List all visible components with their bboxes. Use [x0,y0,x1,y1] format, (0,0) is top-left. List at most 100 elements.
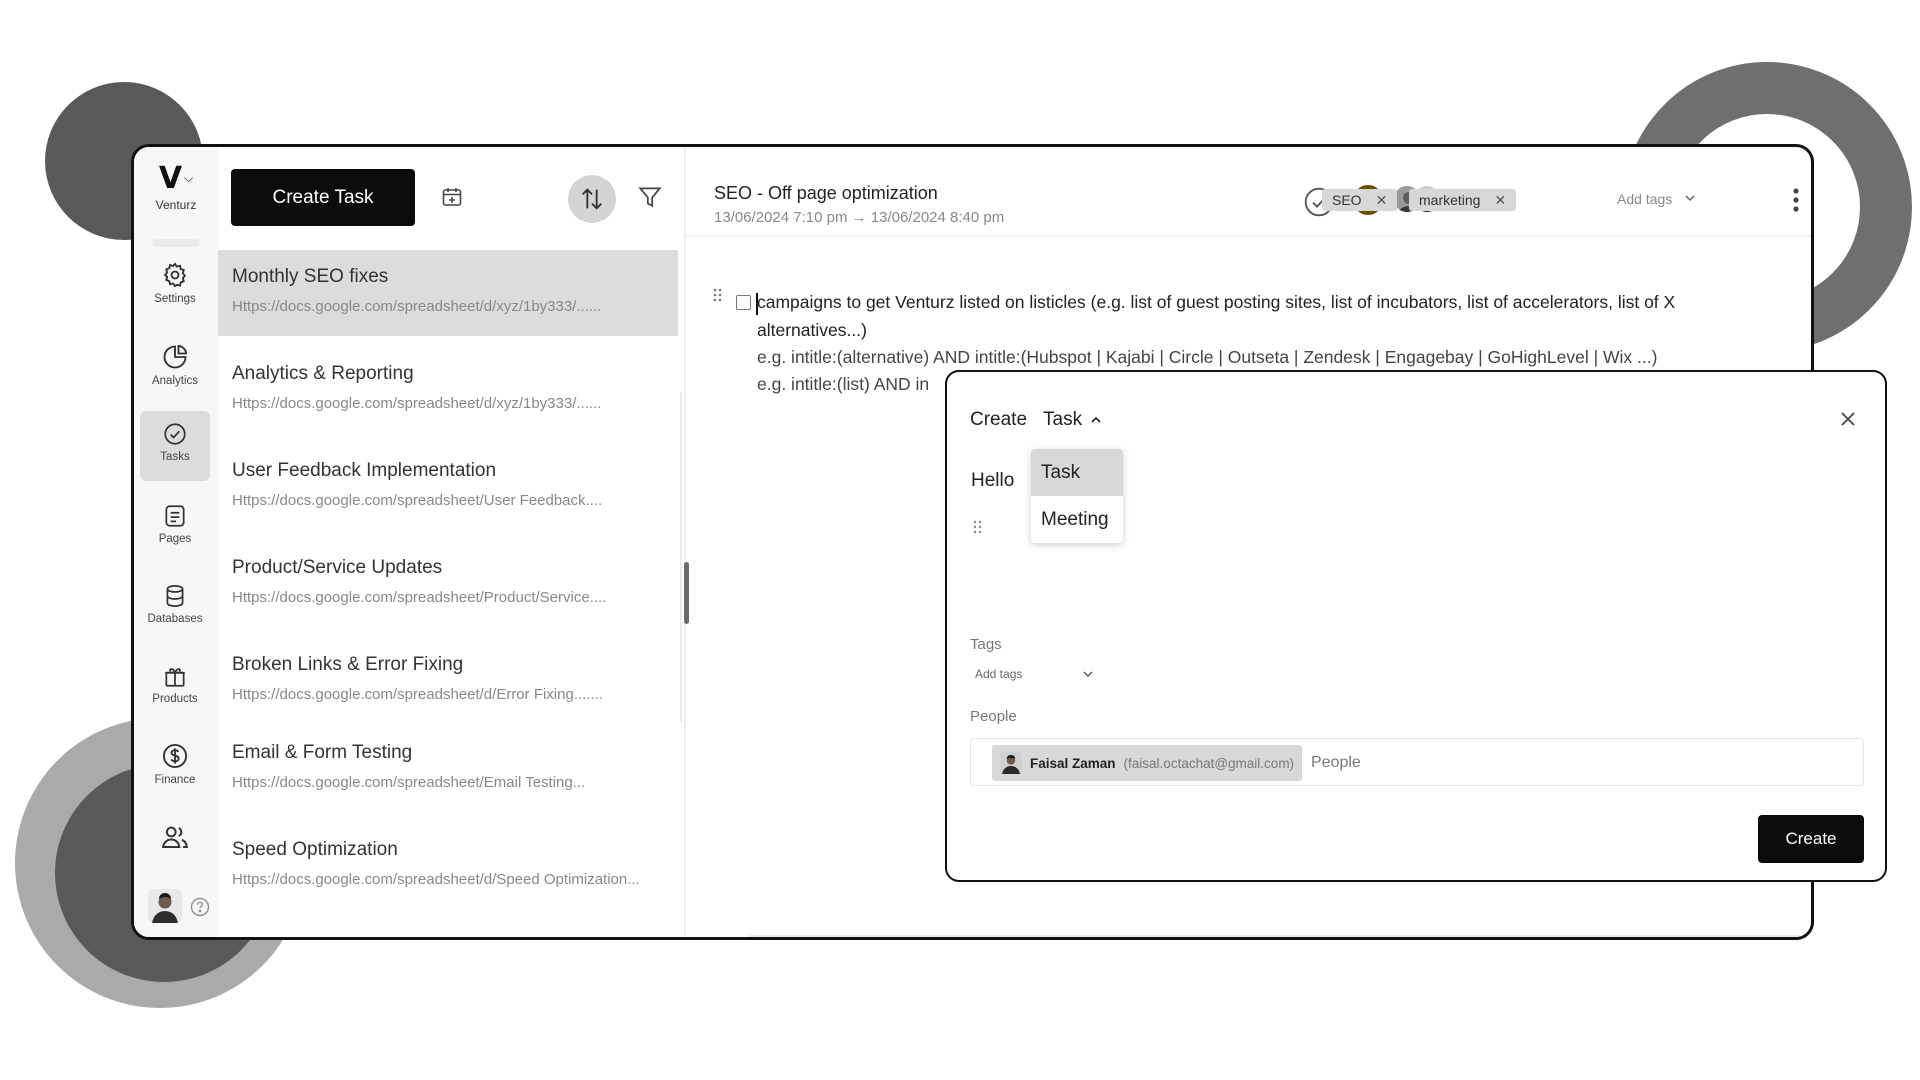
task-url: Https://docs.google.com/spreadsheet/User… [232,492,603,509]
nav-item-tasks[interactable]: Tasks [140,411,210,481]
dropdown-option-meeting[interactable]: Meeting [1031,496,1123,543]
avatar[interactable] [148,889,182,923]
close-icon[interactable] [1839,410,1857,428]
drag-handle-icon[interactable] [713,288,723,304]
task-detail-header: SEO - Off page optimization 13/06/2024 7… [686,147,1811,237]
chevron-up-icon [1091,416,1101,423]
task-url: Https://docs.google.com/spreadsheet/d/xy… [232,395,602,412]
nav-item-settings[interactable]: Settings [140,251,210,321]
task-title: Monthly SEO fixes [232,266,389,287]
check-circle-icon [164,423,186,445]
more-options-icon[interactable] [1792,185,1800,215]
people-input[interactable]: People [1311,754,1361,772]
scrollbar-track [680,392,682,722]
sort-arrows-icon [582,188,602,210]
item-type-label: Task [1043,409,1083,430]
task-url: Https://docs.google.com/spreadsheet/Emai… [232,774,586,791]
brand-name: Venturz [155,198,197,212]
task-list-panel: Create Task Monthly SEO fixes Https://do… [218,147,689,937]
pie-chart-icon [163,344,188,369]
tag-chip: marketing ✕ [1409,189,1517,211]
task-item[interactable]: Email & Form Testing Https://docs.google… [218,726,678,812]
task-url: Https://docs.google.com/spreadsheet/d/xy… [232,298,602,315]
nav-label: Analytics [151,375,199,387]
nav-item-databases[interactable]: Databases [140,573,210,643]
avatar [1000,752,1022,774]
nav-item-products[interactable]: Products [140,653,210,723]
nav-label: Tasks [160,451,190,463]
sort-button[interactable] [568,175,616,223]
nav-item-finance[interactable]: Finance [140,732,210,802]
dollar-icon [162,743,188,769]
person-name: Faisal Zaman [1030,755,1116,771]
avatar-image [148,889,182,923]
close-icon[interactable]: ✕ [1494,192,1506,209]
task-item[interactable]: Broken Links & Error Fixing Https://docs… [218,638,678,724]
item-type-select[interactable]: Task [1043,409,1102,431]
logo-mark: V [158,161,183,196]
task-title[interactable]: SEO - Off page optimization [714,183,938,204]
task-item[interactable]: User Feedback Implementation Https://doc… [218,444,678,530]
help-icon[interactable] [190,897,210,917]
close-icon[interactable]: ✕ [1376,192,1388,209]
add-tags-label: Add tags [1617,191,1673,207]
tag-chip: SEO ✕ [1322,189,1398,211]
database-icon [166,585,184,607]
create-item-modal: Create Task Hello Task Meeting Tags Add … [945,370,1887,882]
nav-label: Products [152,693,198,705]
body-line[interactable]: alternatives...) [757,320,867,341]
tag-label: marketing [1419,192,1481,208]
chevron-down-icon: ⌵ [184,171,194,185]
create-button[interactable]: Create [1758,815,1864,863]
dropdown-option-task[interactable]: Task [1031,449,1123,496]
task-url: Https://docs.google.com/spreadsheet/d/Er… [232,686,604,703]
person-chip[interactable]: Faisal Zaman (faisal.octachat@gmail.com) [992,745,1303,781]
task-item[interactable]: Product/Service Updates Https://docs.goo… [218,541,678,627]
task-title: Email & Form Testing [232,742,413,763]
document-icon [165,505,185,527]
drag-handle-icon[interactable] [973,520,983,534]
task-item[interactable]: Speed Optimization Https://docs.google.c… [218,823,678,909]
gear-icon [163,262,187,288]
people-label: People [970,708,1017,725]
task-toolbar: Create Task [218,147,684,237]
todo-checkbox[interactable] [736,295,751,310]
task-item[interactable]: Monthly SEO fixes Https://docs.google.co… [218,250,678,336]
tag-label: SEO [1332,192,1362,208]
body-line[interactable]: campaigns to get Venturz listed on listi… [757,292,1675,313]
create-task-button[interactable]: Create Task [231,169,415,226]
rail-footer [148,889,210,923]
add-tags-select[interactable]: Add tags [1617,191,1696,207]
people-field[interactable]: Faisal Zaman (faisal.octachat@gmail.com)… [970,738,1864,786]
add-tags-label: Add tags [975,667,1023,681]
calendar-add-button[interactable] [432,177,472,217]
body-line[interactable]: e.g. intitle:(alternative) AND intitle:(… [757,347,1657,368]
task-date-range[interactable]: 13/06/2024 7:10 pm → 13/06/2024 8:40 pm [714,209,1004,226]
sidebar: V ⌵ Venturz Settings Analytics Tasks Page… [134,147,218,937]
task-title: Broken Links & Error Fixing [232,654,464,675]
nav-item-analytics[interactable]: Analytics [140,333,210,403]
task-item[interactable]: Analytics & Reporting Https://docs.googl… [218,347,678,433]
tags-label: Tags [970,636,1002,653]
task-title: Analytics & Reporting [232,363,414,384]
title-input[interactable]: Hello [971,470,1014,492]
chevron-down-icon [1083,671,1093,678]
nav-label: Settings [154,293,196,305]
nav-label: Databases [147,613,203,625]
people-icon [161,826,189,848]
task-title: User Feedback Implementation [232,460,497,481]
task-title: Speed Optimization [232,839,398,860]
nav-item-people[interactable] [140,812,210,882]
nav-label: Finance [154,774,196,786]
nav-item-pages[interactable]: Pages [140,493,210,563]
filter-button[interactable] [630,177,670,217]
gift-icon [165,668,185,687]
workspace-switcher[interactable]: V ⌵ Venturz [134,161,218,212]
calendar-plus-icon [442,188,462,206]
divider [749,935,1809,937]
add-tags-select[interactable]: Add tags [975,667,1094,681]
avatar-image [1000,752,1022,774]
nav-label: Pages [158,533,192,545]
item-type-dropdown: Task Meeting [1031,449,1123,543]
body-line[interactable]: e.g. intitle:(list) AND in [757,374,929,395]
